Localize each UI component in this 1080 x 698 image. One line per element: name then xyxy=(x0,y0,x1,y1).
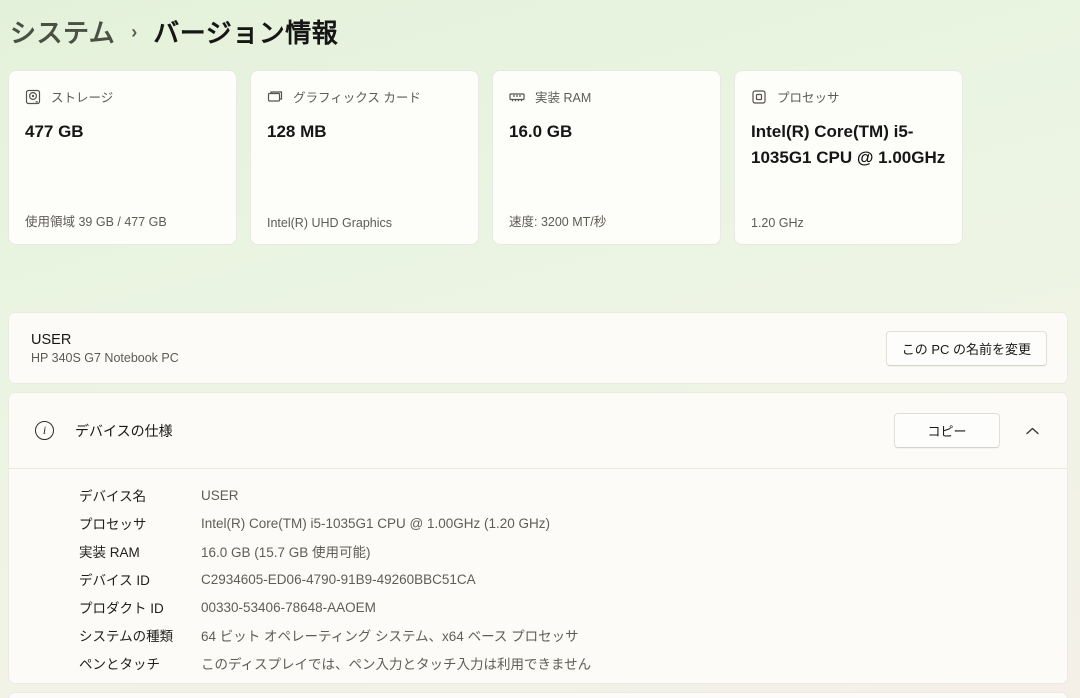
graphics-card-label: グラフィックス カード xyxy=(293,91,421,105)
spec-row-product-id: プロダクト ID 00330-53406-78648-AAOEM xyxy=(79,599,376,617)
spec-row-device-id: デバイス ID C2934605-ED06-4790-91B9-49260BBC… xyxy=(79,571,476,589)
chevron-up-icon[interactable] xyxy=(1026,427,1039,435)
ram-card: 実装 RAM 16.0 GB 速度: 3200 MT/秒 xyxy=(492,70,721,245)
graphics-card-value: 128 MB xyxy=(267,122,327,141)
spec-row-device-name: デバイス名 USER xyxy=(79,487,239,505)
spec-row-pen-touch: ペンとタッチ このディスプレイでは、ペン入力とタッチ入力は利用できません xyxy=(79,657,592,672)
spec-row-processor: プロセッサ Intel(R) Core(TM) i5-1035G1 CPU @ … xyxy=(79,515,551,533)
ram-card-value: 16.0 GB xyxy=(509,122,573,141)
gpu-icon xyxy=(267,89,283,105)
processor-card-label: プロセッサ xyxy=(777,91,840,105)
storage-card-label: ストレージ xyxy=(51,91,114,105)
copy-button[interactable]: コピー xyxy=(894,413,1000,448)
storage-icon xyxy=(25,89,41,105)
summary-cards: ストレージ 477 GB 使用領域 39 GB / 477 GB グラフィックス… xyxy=(8,70,1068,245)
breadcrumb-system[interactable]: システム xyxy=(10,13,115,50)
device-name-banner: USER HP 340S G7 Notebook PC この PC の名前を変更 xyxy=(8,312,1068,384)
rename-pc-button[interactable]: この PC の名前を変更 xyxy=(885,330,1047,366)
device-specs-body: デバイス名 USER プロセッサ Intel(R) Core(TM) i5-10… xyxy=(9,469,1067,677)
chevron-right-icon: › xyxy=(131,21,138,42)
storage-card-footer: 使用領域 39 GB / 477 GB xyxy=(25,215,167,229)
processor-card-footer: 1.20 GHz xyxy=(751,216,804,230)
device-model: HP 340S G7 Notebook PC xyxy=(31,350,179,365)
next-section-edge xyxy=(8,692,1068,698)
breadcrumb: システム › バージョン情報 xyxy=(10,13,1080,49)
ram-card-footer: 速度: 3200 MT/秒 xyxy=(509,215,607,229)
processor-card: プロセッサ Intel(R) Core(TM) i5-1035G1 CPU @ … xyxy=(734,70,963,245)
info-icon: i xyxy=(35,421,54,440)
cpu-icon xyxy=(751,89,767,105)
device-specs-panel: i デバイスの仕様 コピー デバイス名 USER プロセッサ Intel(R) … xyxy=(8,392,1068,684)
processor-card-value: Intel(R) Core(TM) i5-1035G1 CPU @ 1.00GH… xyxy=(751,122,946,167)
spec-row-ram: 実装 RAM 16.0 GB (15.7 GB 使用可能) xyxy=(79,545,371,560)
ram-card-label: 実装 RAM xyxy=(535,91,592,105)
ram-icon xyxy=(509,89,525,105)
storage-card: ストレージ 477 GB 使用領域 39 GB / 477 GB xyxy=(8,70,237,245)
storage-card-value: 477 GB xyxy=(25,122,84,141)
device-specs-title: デバイスの仕様 xyxy=(75,422,173,439)
device-specs-header[interactable]: i デバイスの仕様 コピー xyxy=(9,393,1067,468)
spec-row-system-type: システムの種類 64 ビット オペレーティング システム、x64 ベース プロセ… xyxy=(79,629,579,644)
device-name: USER xyxy=(31,331,72,348)
graphics-card-footer: Intel(R) UHD Graphics xyxy=(267,216,393,230)
graphics-card: グラフィックス カード 128 MB Intel(R) UHD Graphics xyxy=(250,70,479,245)
page-title: バージョン情報 xyxy=(153,17,339,48)
